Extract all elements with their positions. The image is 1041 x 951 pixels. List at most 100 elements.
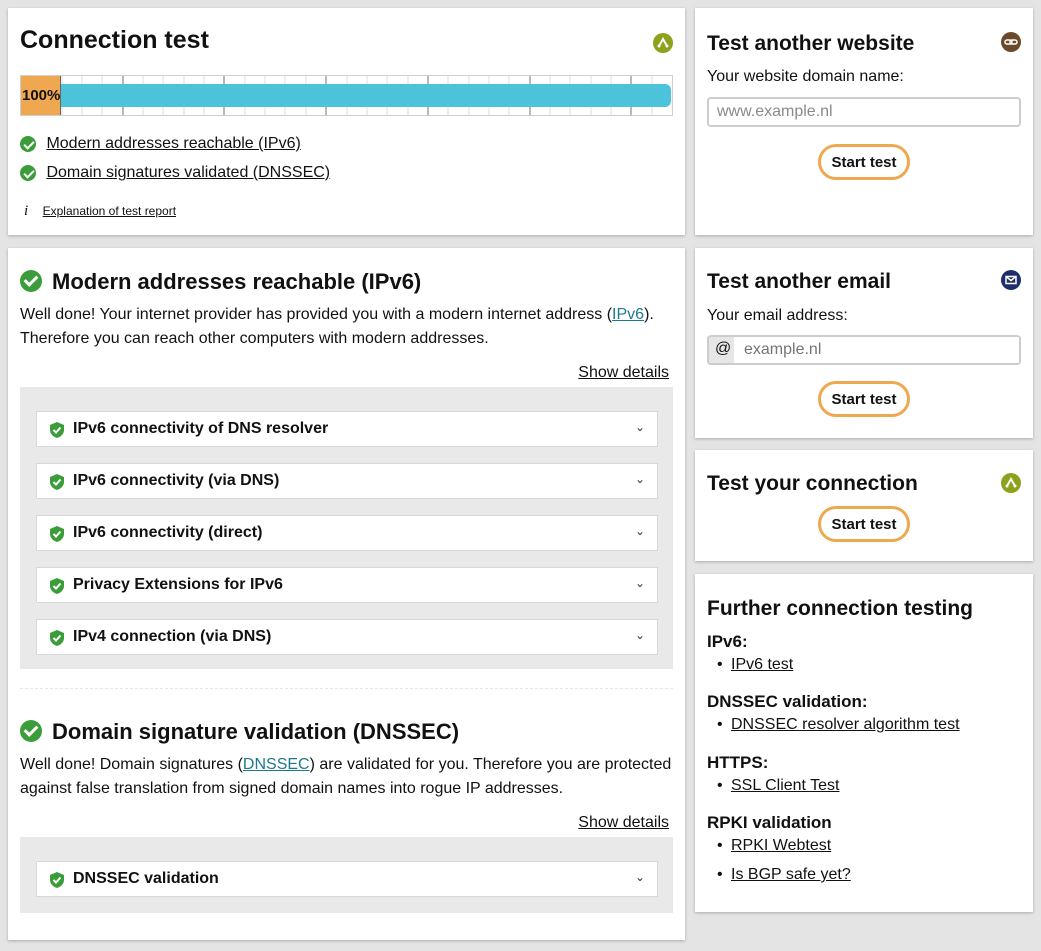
further-testing-title: Further connection testing — [707, 597, 974, 620]
ssl-client-test-link[interactable]: SSL Client Test — [731, 777, 840, 794]
list-item: RPKI Webtest — [707, 836, 1027, 856]
result-dnssec-link[interactable]: Domain signatures validated (DNSSEC) — [46, 164, 330, 181]
chevron-down-icon: ⌄ — [634, 628, 645, 642]
test-website-title: Test another website — [707, 32, 915, 55]
test-email-label: Your email address: — [707, 307, 848, 324]
group-heading: RPKI validation — [707, 813, 832, 832]
section-divider — [20, 688, 673, 689]
result-ipv6: Modern addresses reachable (IPv6) — [20, 135, 301, 153]
ipv6-description: Well done! Your internet provider has pr… — [20, 303, 680, 351]
ipv6-text-before: Well done! Your internet provider has pr… — [20, 306, 613, 323]
connection-icon — [653, 33, 673, 53]
chevron-down-icon: ⌄ — [634, 870, 645, 884]
progress-fill — [60, 84, 671, 107]
dnssec-show-details[interactable]: Show details — [578, 814, 669, 832]
progress-label: 100% — [22, 87, 61, 104]
list-item: SSL Client Test — [707, 776, 1027, 796]
website-domain-input[interactable] — [707, 97, 1021, 127]
test-website-label: Your website domain name: — [707, 68, 904, 85]
further-group-https: HTTPS: SSL Client Test — [707, 752, 1027, 796]
further-group-rpki: RPKI validation RPKI Webtest Is BGP safe… — [707, 812, 1027, 885]
accordion-label: IPv6 connectivity (direct) — [73, 524, 263, 541]
chevron-down-icon: ⌄ — [634, 472, 645, 486]
group-links: IPv6 test — [707, 655, 1027, 675]
accordion-item[interactable]: Privacy Extensions for IPv6 ⌄ — [36, 567, 658, 603]
further-group-dnssec: DNSSEC validation: DNSSEC resolver algor… — [707, 691, 1027, 735]
accordion-label: IPv6 connectivity (via DNS) — [73, 472, 280, 489]
accordion-label: Privacy Extensions for IPv6 — [73, 576, 283, 593]
group-heading: HTTPS: — [707, 753, 769, 772]
result-dnssec: Domain signatures validated (DNSSEC) — [20, 164, 330, 182]
group-links: RPKI Webtest Is BGP safe yet? — [707, 836, 1027, 885]
ipv6-inline-link[interactable]: IPv6 — [612, 306, 644, 323]
list-item: Is BGP safe yet? — [707, 865, 1027, 885]
shield-check-icon — [50, 578, 64, 594]
ipv6-test-link[interactable]: IPv6 test — [731, 656, 793, 673]
dnssec-check-icon — [20, 720, 42, 742]
check-icon — [20, 136, 36, 152]
ipv6-text-line2: Therefore you can reach other computers … — [20, 330, 489, 347]
link-icon — [1001, 32, 1021, 52]
ipv6-check-icon — [20, 270, 42, 292]
website-start-test-button[interactable]: Start test — [818, 144, 910, 180]
list-item: IPv6 test — [707, 655, 1027, 675]
shield-check-icon — [50, 474, 64, 490]
progress-badge: 100% — [21, 76, 61, 115]
email-input-group: @ — [707, 335, 1021, 365]
dnssec-section-title: Domain signature validation (DNSSEC) — [52, 719, 460, 744]
dnssec-text-after: ) are validated for you. Therefore you a… — [309, 756, 672, 773]
chevron-down-icon: ⌄ — [634, 524, 645, 538]
shield-check-icon — [50, 526, 64, 542]
test-email-title: Test another email — [707, 270, 891, 293]
connection-start-test-button[interactable]: Start test — [818, 506, 910, 542]
accordion-label: IPv4 connection (via DNS) — [73, 628, 272, 645]
result-ipv6-link[interactable]: Modern addresses reachable (IPv6) — [46, 135, 300, 152]
results-card: Modern addresses reachable (IPv6) Well d… — [8, 248, 685, 940]
ipv6-show-details[interactable]: Show details — [578, 364, 669, 382]
further-group-ipv6: IPv6: IPv6 test — [707, 631, 1027, 675]
connection-icon — [1001, 473, 1021, 493]
accordion-label: DNSSEC validation — [73, 870, 219, 887]
group-heading: IPv6: — [707, 632, 748, 651]
chevron-down-icon: ⌄ — [634, 420, 645, 434]
mail-icon — [1001, 270, 1021, 290]
accordion-item[interactable]: DNSSEC validation ⌄ — [36, 861, 658, 897]
test-connection-card: Test your connection Start test — [695, 450, 1033, 561]
list-item: DNSSEC resolver algorithm test — [707, 715, 1027, 735]
test-email-card: Test another email Your email address: @… — [695, 248, 1033, 438]
shield-check-icon — [50, 630, 64, 646]
accordion-label: IPv6 connectivity of DNS resolver — [73, 420, 329, 437]
bgp-safe-link[interactable]: Is BGP safe yet? — [731, 866, 851, 883]
dnssec-text-before: Well done! Domain signatures ( — [20, 756, 243, 773]
info-icon: i — [24, 203, 29, 219]
connection-test-title: Connection test — [20, 26, 209, 54]
check-icon — [20, 165, 36, 181]
dnssec-inline-link[interactable]: DNSSEC — [243, 756, 310, 773]
group-links: DNSSEC resolver algorithm test — [707, 715, 1027, 735]
accordion-item[interactable]: IPv6 connectivity (via DNS) ⌄ — [36, 463, 658, 499]
group-heading: DNSSEC validation: — [707, 692, 868, 711]
progress-bar: 100% — [20, 75, 673, 116]
ipv6-text-after: ). — [644, 306, 654, 323]
dnssec-details-box: DNSSEC validation ⌄ — [20, 837, 673, 913]
chevron-down-icon: ⌄ — [634, 576, 645, 590]
email-start-test-button[interactable]: Start test — [818, 381, 910, 417]
ipv6-section-title: Modern addresses reachable (IPv6) — [52, 269, 422, 294]
email-domain-input[interactable] — [734, 337, 1019, 363]
ipv6-details-box: IPv6 connectivity of DNS resolver ⌄ IPv6… — [20, 387, 673, 669]
shield-check-icon — [50, 422, 64, 438]
test-connection-title: Test your connection — [707, 472, 918, 495]
accordion-item[interactable]: IPv6 connectivity of DNS resolver ⌄ — [36, 411, 658, 447]
accordion-item[interactable]: IPv4 connection (via DNS) ⌄ — [36, 619, 658, 655]
further-testing-card: Further connection testing IPv6: IPv6 te… — [695, 574, 1033, 912]
shield-check-icon — [50, 872, 64, 888]
group-links: SSL Client Test — [707, 776, 1027, 796]
at-prefix: @ — [715, 340, 732, 357]
explanation-link[interactable]: Explanation of test report — [43, 204, 176, 218]
explanation-row: i Explanation of test report — [24, 202, 176, 220]
rpki-webtest-link[interactable]: RPKI Webtest — [731, 837, 831, 854]
dnssec-algorithm-test-link[interactable]: DNSSEC resolver algorithm test — [731, 716, 960, 733]
connection-test-card: Connection test 100% Modern addresses re… — [8, 8, 685, 235]
accordion-item[interactable]: IPv6 connectivity (direct) ⌄ — [36, 515, 658, 551]
test-website-card: Test another website Your website domain… — [695, 8, 1033, 235]
